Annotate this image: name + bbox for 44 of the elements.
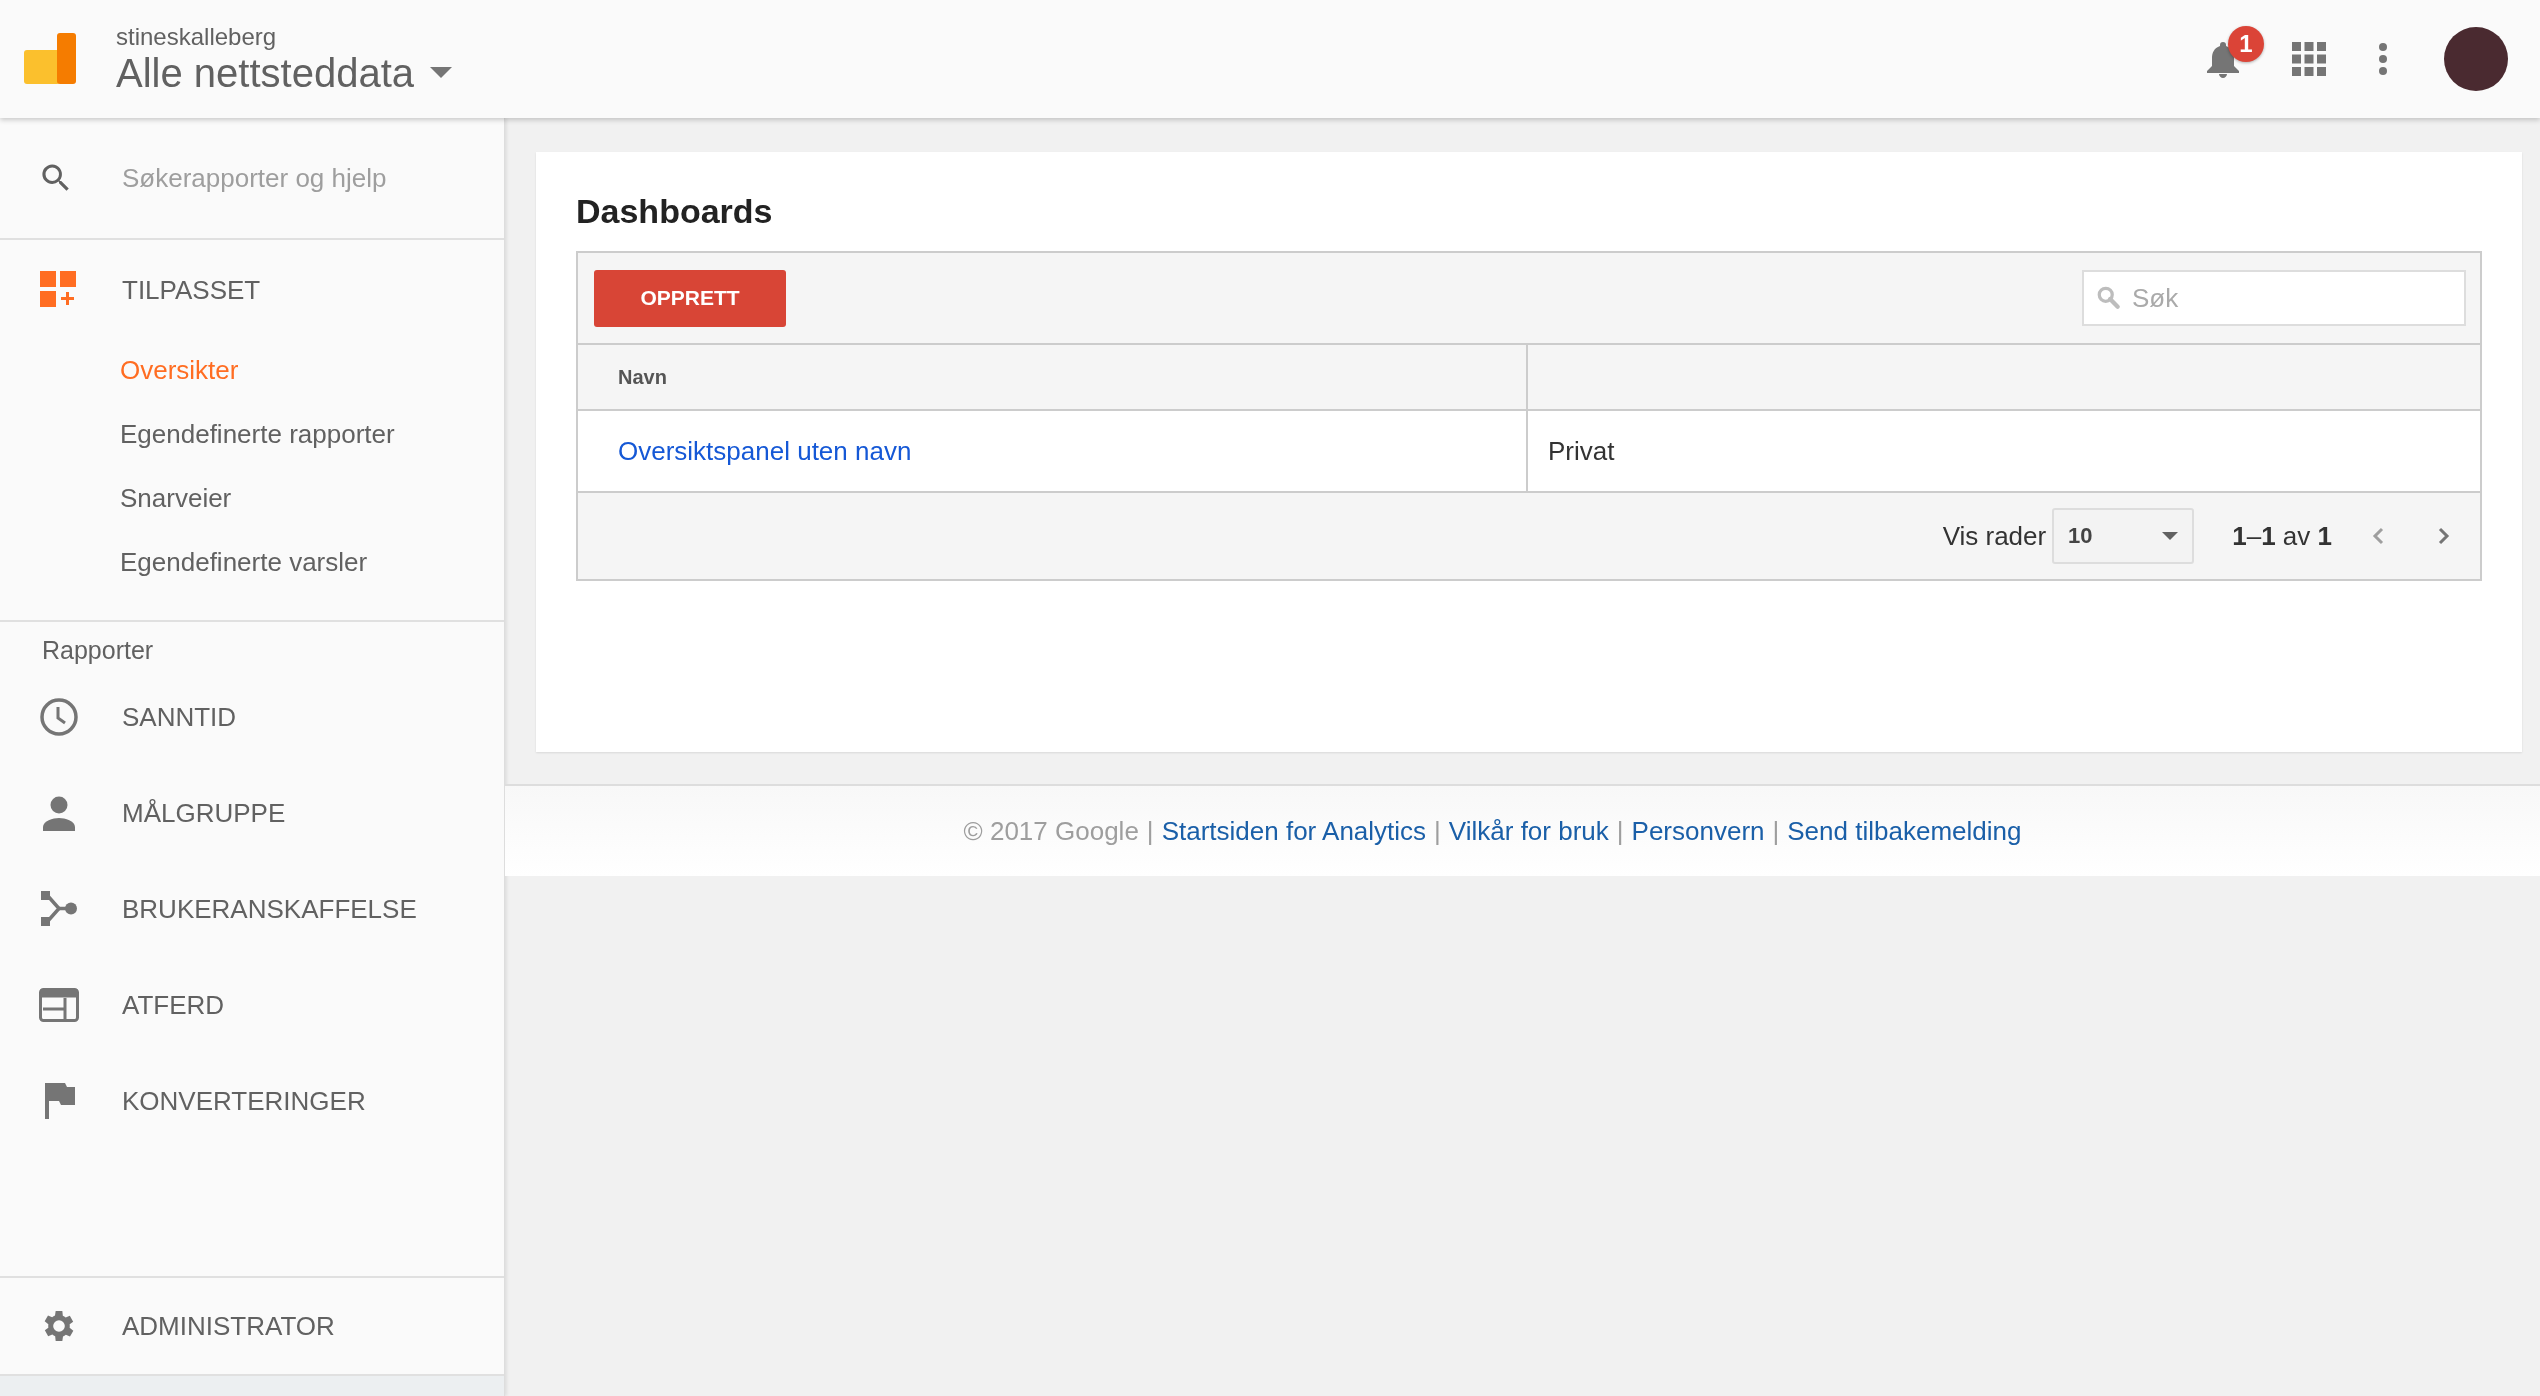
copyright-text: © 2017 Google (963, 815, 1139, 847)
branch-icon (38, 889, 80, 929)
dashboard-link[interactable]: Oversiktspanel uten navn (618, 435, 912, 467)
chevron-left-icon[interactable] (2372, 527, 2384, 545)
search-field[interactable]: Søk (2082, 270, 2466, 326)
rows-label: Vis rader (1942, 520, 2047, 552)
footer-link[interactable]: Startsiden for Analytics (1161, 815, 1427, 847)
nav-item[interactable]: MÅLGRUPPE (122, 797, 286, 829)
analytics-logo-icon[interactable] (24, 33, 76, 85)
separator: | (1434, 815, 1441, 847)
nav-item[interactable]: BRUKERANSKAFFELSE (122, 893, 417, 925)
separator: | (1616, 815, 1624, 847)
section-heading: Rapporter (41, 636, 155, 665)
column-header[interactable]: Navn (618, 365, 667, 389)
nav-subitem[interactable]: Egendefinerte rapporter (0, 402, 504, 466)
footer-link[interactable]: Personvern (1631, 815, 1765, 847)
account-name: stineskalleberg (116, 22, 278, 51)
clock-icon (38, 697, 80, 737)
separator: | (1146, 815, 1154, 847)
footer-link[interactable]: Send tilbakemelding (1787, 815, 2022, 847)
table-cell: Privat (1548, 435, 1615, 467)
nav-item[interactable]: ATFERD (122, 989, 225, 1021)
footer-link[interactable]: Vilkår for bruk (1448, 815, 1609, 847)
rows-per-page-dropdown[interactable]: 10 (2052, 508, 2195, 564)
nav-subitem[interactable]: Snarveier (0, 466, 504, 530)
caret-icon (2162, 531, 2179, 541)
nav-item[interactable]: ADMINISTRATOR (122, 1310, 335, 1342)
nav-item[interactable]: KONVERTERINGER (122, 1085, 366, 1117)
nav-item[interactable]: SANNTID (122, 701, 237, 733)
separator: | (1772, 815, 1780, 847)
page-range: 1–1 av 1 (2232, 520, 2332, 552)
nav-subitem[interactable]: Egendefinerte varsler (0, 530, 504, 594)
caret-icon (430, 67, 452, 79)
page-title: Dashboards (576, 191, 774, 232)
property-selector[interactable]: Alle nettsteddata (116, 50, 452, 96)
notification-badge: 1 (2228, 26, 2264, 62)
bell-icon[interactable] (2206, 40, 2240, 78)
apps-grid-icon[interactable] (2292, 42, 2326, 76)
chevron-right-icon[interactable] (2438, 527, 2450, 545)
layout-icon (38, 988, 80, 1022)
create-button[interactable]: OPPRETT (594, 269, 786, 327)
nav-item[interactable]: TILPASSET (122, 274, 261, 306)
search-field[interactable]: Søkerapporter og hjelp (120, 161, 464, 195)
more-options-icon[interactable] (2378, 42, 2388, 76)
